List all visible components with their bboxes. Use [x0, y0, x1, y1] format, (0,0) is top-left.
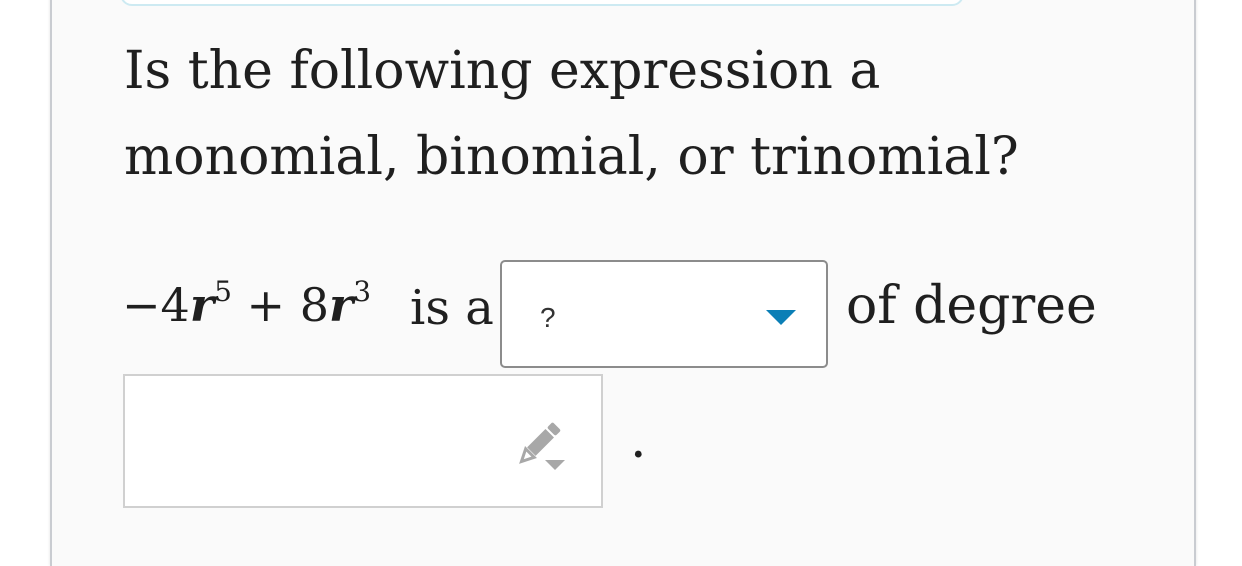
coefficient-2: 8: [299, 278, 329, 332]
chevron-down-icon: [766, 310, 796, 325]
coefficient-1: 4: [160, 278, 190, 332]
variable-1: r: [189, 278, 215, 332]
is-a-text: is a: [410, 280, 494, 336]
question-line-2: monomial, binomial, or trinomial?: [124, 127, 1019, 187]
of-degree-text: of degree: [846, 276, 1097, 336]
sentence-period: .: [630, 410, 647, 470]
exponent-2: 3: [353, 274, 372, 308]
plus-sign: +: [246, 278, 286, 332]
question-line-1: Is the following expression a: [124, 41, 881, 101]
top-banner: [120, 0, 964, 6]
minus-sign: −: [122, 278, 161, 332]
exponent-1: 5: [214, 274, 232, 308]
dropdown-selected-value: ?: [540, 302, 556, 333]
variable-2: r: [328, 278, 354, 332]
pencil-icon[interactable]: [507, 416, 567, 476]
polynomial-expression: −4r5 + 8r3: [122, 274, 372, 332]
degree-answer-input[interactable]: [123, 374, 603, 508]
polynomial-type-dropdown[interactable]: ?: [500, 260, 828, 368]
question-text: Is the following expression a monomial, …: [124, 28, 1124, 200]
